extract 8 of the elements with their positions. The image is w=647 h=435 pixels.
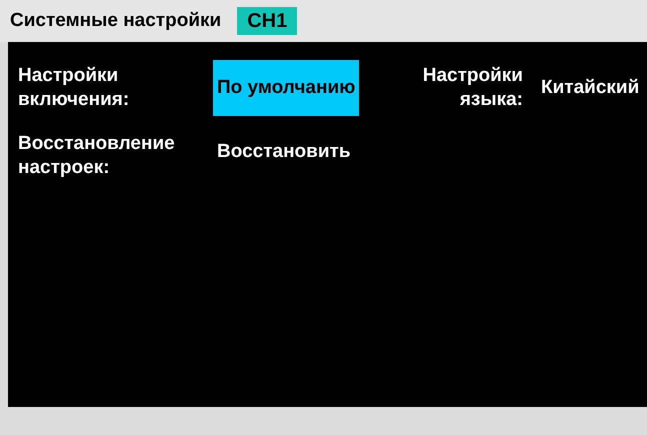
setting-value-button[interactable]: По умолчанию bbox=[213, 60, 360, 116]
channel-badge: CH1 bbox=[237, 7, 298, 35]
setting-label: Восстановление настроек: bbox=[18, 132, 176, 180]
setting-label: Настройки языка: bbox=[422, 64, 523, 112]
setting-value-button[interactable]: Китайский bbox=[537, 60, 644, 116]
setting-value-button[interactable]: Восстановить bbox=[213, 124, 355, 180]
window-title: Системные настройки bbox=[10, 8, 222, 33]
setting-label: Настройки включения: bbox=[18, 64, 130, 112]
